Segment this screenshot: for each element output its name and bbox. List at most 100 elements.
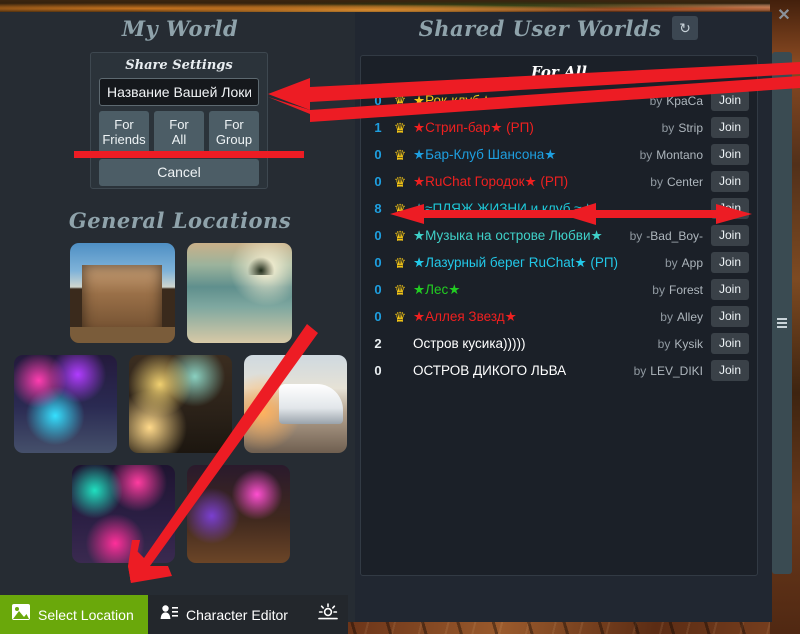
world-row[interactable]: 0 ОСТРОВ ДИКОГО ЛЬВА by LEV_DIKI Join	[361, 357, 757, 384]
select-location-button[interactable]: Select Location	[0, 595, 148, 634]
by-label: by	[660, 309, 673, 324]
location-thumb-disco-hall[interactable]	[71, 465, 175, 563]
my-world-title: My World	[121, 16, 239, 41]
join-button[interactable]: Join	[711, 90, 749, 111]
by-label: by	[650, 174, 663, 189]
world-name: ★≈ПЛЯЖ ЖИЗНИ и клуб ≈★	[413, 200, 594, 216]
world-author: by KpaCa	[650, 94, 711, 108]
location-row	[8, 243, 353, 343]
world-author: by Montano	[640, 148, 711, 162]
by-label: by	[661, 120, 675, 135]
location-thumb-yacht[interactable]	[244, 355, 347, 453]
world-name: ★Рок-клуб★	[413, 92, 493, 108]
join-button[interactable]: Join	[711, 144, 749, 165]
join-button[interactable]: Join	[711, 252, 749, 273]
share-cancel-button[interactable]: Cancel	[99, 159, 259, 186]
app-root: ✕ My World Share Settings For Friends Fo…	[0, 0, 800, 634]
refresh-icon[interactable]: ↻	[672, 16, 698, 40]
join-button[interactable]: Join	[711, 333, 749, 354]
world-user-count: 0	[374, 363, 382, 378]
world-author: by App	[665, 256, 711, 270]
general-locations-grid	[8, 243, 353, 575]
sun-icon	[317, 602, 339, 627]
select-location-label: Select Location	[38, 606, 134, 623]
world-row[interactable]: 0 ♛ ★RuChat Городок★ (РП) by Center Join	[361, 168, 757, 195]
world-row[interactable]: 2 Остров кусика))))) by Kysik Join	[361, 330, 757, 357]
world-user-count: 8	[374, 201, 382, 216]
world-user-count: 0	[374, 228, 382, 243]
world-name: ★Бар-Клуб Шансона★	[413, 146, 557, 162]
world-user-count: 0	[374, 282, 382, 297]
world-row[interactable]: 0 ♛ ★Музыка на острове Любви★ by -Bad_Boy- Jo…	[361, 222, 757, 249]
crown-icon: ♛	[393, 119, 407, 136]
shared-user-worlds-title: Shared User Worlds	[418, 16, 662, 41]
by-label: by	[649, 93, 663, 108]
bottom-toolbar: Select Location Character Editor	[0, 595, 348, 634]
world-name: Остров кусика)))))	[413, 336, 526, 351]
world-name: ★Лазурный берег RuChat★ (РП)	[413, 254, 619, 270]
share-for-group-button[interactable]: For Group	[209, 111, 259, 154]
world-name: ★Стрип-бар★ (РП)	[413, 119, 534, 135]
location-thumb-neon-bar[interactable]	[186, 465, 290, 563]
general-locations-title: General Locations	[68, 208, 292, 233]
world-author: by Kysik	[658, 337, 711, 351]
world-author: by -Bad_Boy-	[630, 229, 711, 243]
location-thumb-tropical-island[interactable]	[186, 243, 292, 343]
world-user-count: 0	[374, 255, 382, 270]
author-name: -Bad_Boy-	[646, 228, 703, 243]
share-settings-panel: Share Settings For Friends For All For G…	[90, 52, 268, 189]
world-row[interactable]: 1 ♛ ★Стрип-бар★ (РП) by Strip Join	[361, 114, 757, 141]
join-button[interactable]: Join	[711, 306, 749, 327]
world-row[interactable]: 0 ♛ ★Лазурный берег RuChat★ (РП) by App Join	[361, 249, 757, 276]
crown-icon: ♛	[393, 281, 407, 298]
join-button[interactable]: Join	[711, 360, 749, 381]
world-user-count: 0	[374, 93, 382, 108]
character-editor-label: Character Editor	[186, 606, 288, 623]
join-button[interactable]: Join	[711, 225, 749, 246]
location-thumb-saloon-town[interactable]	[69, 243, 175, 343]
world-row[interactable]: 0 ♛ ★Лес★ by Forest Join	[361, 276, 757, 303]
shared-worlds-panel: For All 0 ♛ ★Рок-клуб★ by KpaCa Join 1 ♛ ★Стрип-…	[360, 55, 758, 576]
world-user-count: 1	[374, 120, 382, 135]
share-for-friends-button[interactable]: For Friends	[99, 111, 149, 154]
location-thumb-night-club[interactable]	[129, 355, 232, 453]
world-name: ★RuChat Городок★ (РП)	[413, 173, 569, 189]
by-label: by	[639, 147, 653, 162]
join-button[interactable]: Join	[711, 171, 749, 192]
by-label: by	[664, 255, 678, 270]
world-name: ★Музыка на острове Любви★	[413, 227, 603, 243]
by-label: by	[657, 336, 671, 351]
brightness-button[interactable]	[308, 595, 348, 634]
crown-icon: ♛	[393, 227, 407, 244]
author-name: Forest	[668, 282, 703, 297]
location-thumb-beach-party[interactable]	[14, 355, 117, 453]
author-name: KpaCa	[666, 93, 703, 108]
scrollbar-grip[interactable]	[777, 318, 787, 328]
by-label: by	[633, 363, 647, 378]
world-author: by LEV_DIKI	[634, 364, 711, 378]
vertical-scrollbar[interactable]	[772, 52, 792, 574]
world-row[interactable]: 0 ♛ ★Аллея Звезд★ by Alley Join	[361, 303, 757, 330]
crown-icon: ♛	[393, 200, 407, 217]
world-row[interactable]: 8 ♛ ★≈ПЛЯЖ ЖИЗНИ и клуб ≈★ Join	[361, 195, 757, 222]
share-for-all-button[interactable]: For All	[154, 111, 204, 154]
location-name-input[interactable]	[99, 78, 259, 106]
join-button[interactable]: Join	[711, 279, 749, 300]
join-button[interactable]: Join	[711, 198, 749, 219]
world-user-count: 0	[374, 147, 382, 162]
worlds-list: 0 ♛ ★Рок-клуб★ by KpaCa Join 1 ♛ ★Стрип-бар★ (РП…	[361, 87, 757, 384]
world-author: by Alley	[660, 310, 711, 324]
world-name: ★Лес★	[413, 281, 461, 297]
picture-icon	[12, 604, 30, 625]
share-settings-title: Share Settings	[125, 58, 233, 73]
location-row	[8, 465, 353, 563]
close-icon[interactable]: ✕	[775, 7, 793, 25]
person-list-icon	[160, 604, 178, 625]
crown-icon: ♛	[393, 92, 407, 109]
world-user-count: 0	[374, 309, 382, 324]
join-button[interactable]: Join	[711, 117, 749, 138]
location-row	[8, 355, 353, 453]
world-row[interactable]: 0 ♛ ★Рок-клуб★ by KpaCa Join	[361, 87, 757, 114]
character-editor-button[interactable]: Character Editor	[148, 595, 308, 634]
world-row[interactable]: 0 ♛ ★Бар-Клуб Шансона★ by Montano Join	[361, 141, 757, 168]
